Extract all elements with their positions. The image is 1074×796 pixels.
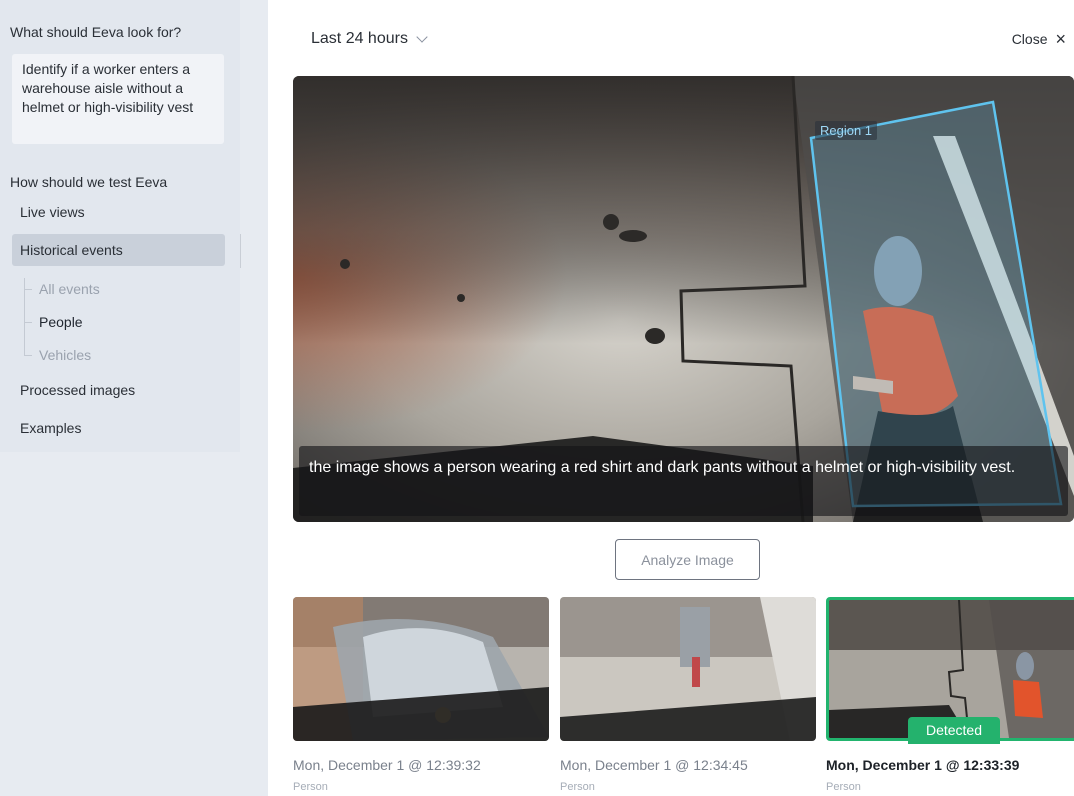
sub-tree-line xyxy=(24,272,26,356)
time-range-label: Last 24 hours xyxy=(311,30,408,47)
nav-item-live-views[interactable]: Live views xyxy=(12,196,225,228)
image-caption: the image shows a person wearing a red s… xyxy=(299,446,1068,516)
nav-item-examples[interactable]: Examples xyxy=(12,412,225,444)
thumbnail-timestamp: Mon, December 1 @ 12:33:39 xyxy=(826,757,1020,773)
nav-item-historical-events[interactable]: Historical events xyxy=(12,234,225,266)
time-range-dropdown[interactable]: Last 24 hours xyxy=(311,30,428,48)
close-button[interactable]: Close × xyxy=(1011,29,1066,49)
close-label: Close xyxy=(1011,31,1048,47)
prompt-text-box[interactable]: Identify if a worker enters a warehouse … xyxy=(12,54,224,144)
detected-badge: Detected xyxy=(908,717,1000,744)
prompt-label: What should Eeva look for? xyxy=(10,24,182,40)
thumbnail-image xyxy=(560,597,816,741)
sidebar: What should Eeva look for? Identify if a… xyxy=(0,0,268,796)
event-thumbnail-2[interactable] xyxy=(560,597,816,741)
thumbnail-image xyxy=(293,597,549,741)
thumbnail-category: Person xyxy=(826,781,861,793)
sub-item-all-events[interactable]: All events xyxy=(39,281,100,297)
sub-tree-tick xyxy=(24,289,32,290)
nav-divider xyxy=(240,234,241,268)
nav-item-processed-images[interactable]: Processed images xyxy=(12,374,225,406)
sub-tree-tick xyxy=(24,322,32,323)
event-image-viewer: Region 1 the image shows a person wearin… xyxy=(293,76,1074,522)
thumbnail-timestamp: Mon, December 1 @ 12:34:45 xyxy=(560,757,748,773)
thumbnail-timestamp: Mon, December 1 @ 12:39:32 xyxy=(293,757,481,773)
event-thumbnail-1[interactable] xyxy=(293,597,549,741)
sub-item-people[interactable]: People xyxy=(39,314,83,330)
test-method-label: How should we test Eeva xyxy=(10,174,168,190)
chevron-down-icon xyxy=(416,30,428,43)
sub-item-vehicles[interactable]: Vehicles xyxy=(39,347,91,363)
thumbnail-category: Person xyxy=(560,781,595,793)
analyze-image-button[interactable]: Analyze Image xyxy=(615,539,760,580)
region-label: Region 1 xyxy=(815,121,878,140)
sub-tree-tick xyxy=(24,355,32,356)
close-icon: × xyxy=(1055,29,1066,49)
thumbnail-category: Person xyxy=(293,781,328,793)
